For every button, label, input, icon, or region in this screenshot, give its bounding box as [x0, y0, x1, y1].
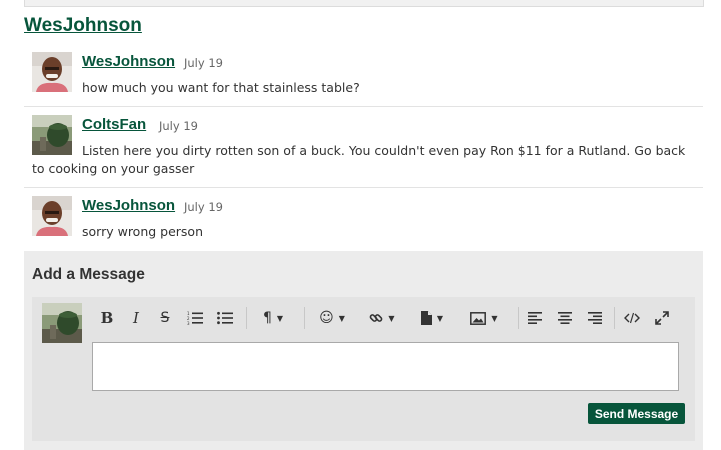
editor-toolbar: B I S 123 ¶ ▼ ☺ ▼ ▼ ▼ ▼ [92, 305, 692, 333]
bold-icon[interactable]: B [98, 307, 116, 329]
toolbar-divider [614, 307, 615, 329]
unordered-list-icon[interactable] [216, 307, 234, 329]
compose-box: B I S 123 ¶ ▼ ☺ ▼ ▼ ▼ ▼ Send Message [32, 297, 695, 441]
toolbar-divider [304, 307, 305, 329]
message-item: ColtsFan July 19 Listen here you dirty r… [24, 107, 703, 188]
fullscreen-icon[interactable] [652, 307, 672, 329]
message-date: July 19 [184, 56, 223, 70]
message-editor[interactable] [92, 342, 679, 391]
code-view-icon[interactable] [622, 307, 642, 329]
message-text: how much you want for that stainless tab… [82, 80, 360, 95]
message-username[interactable]: WesJohnson [82, 197, 175, 214]
avatar [42, 303, 82, 343]
italic-icon[interactable]: I [128, 307, 144, 329]
message-text: sorry wrong person [82, 224, 204, 239]
message-text: Listen here you dirty rotten son of a bu… [32, 143, 686, 176]
compose-title: Add a Message [32, 266, 145, 283]
align-left-icon[interactable] [526, 307, 544, 329]
send-message-button[interactable]: Send Message [588, 403, 685, 424]
message-username[interactable]: ColtsFan [82, 116, 146, 133]
align-center-icon[interactable] [556, 307, 574, 329]
compose-panel: Add a Message B I S 123 ¶ ▼ ☺ ▼ ▼ ▼ ▼ Se… [24, 251, 703, 450]
strikethrough-icon[interactable]: S [156, 307, 174, 329]
message-item: WesJohnson July 19 how much you want for… [24, 44, 703, 107]
ordered-list-icon[interactable]: 123 [186, 307, 204, 329]
message-date: July 19 [159, 119, 198, 133]
thread-title[interactable]: WesJohnson [24, 15, 142, 37]
toolbar-divider [518, 307, 519, 329]
message-item: WesJohnson July 19 sorry wrong person [24, 188, 703, 250]
align-right-icon[interactable] [586, 307, 604, 329]
toolbar-divider [246, 307, 247, 329]
top-panel-edge [24, 0, 704, 7]
image-icon[interactable]: ▼ [464, 307, 504, 329]
paragraph-icon[interactable]: ¶ ▼ [256, 307, 290, 329]
svg-text:3: 3 [187, 321, 190, 325]
emoji-icon[interactable]: ☺ ▼ [314, 307, 350, 329]
file-icon[interactable]: ▼ [414, 307, 450, 329]
message-username[interactable]: WesJohnson [82, 53, 175, 70]
link-icon[interactable]: ▼ [364, 307, 400, 329]
message-date: July 19 [184, 200, 223, 214]
